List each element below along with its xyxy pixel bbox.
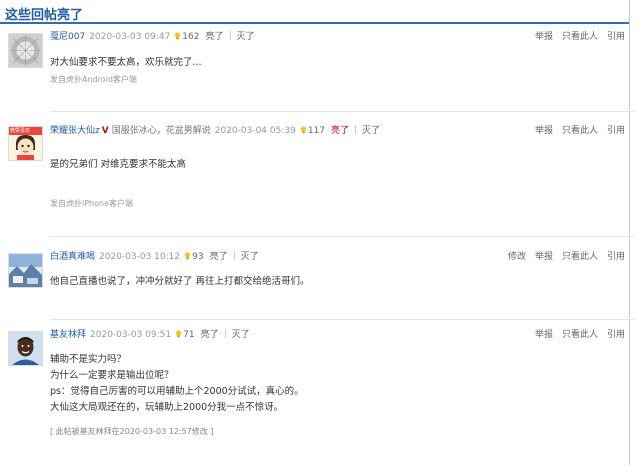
username-link[interactable]: 荣耀张大仙z: [50, 126, 100, 136]
reply-post: 戛尼007 2020-03-03 09:47 162 亮了 灭了 举报 只看此人 引用 对大…: [0, 30, 629, 90]
username-link[interactable]: 白酒真难喝: [50, 252, 95, 262]
post-meta: 荣耀张大仙z V 国服张冰心，花盆男解说 2020-03-04 05:39 117 亮了 灭…: [50, 124, 380, 138]
only-this-user-link[interactable]: 只看此人: [562, 252, 598, 262]
lightbulb-icon: [300, 126, 306, 134]
light-button[interactable]: 亮了: [331, 126, 349, 136]
post-actions: 举报 只看此人 引用: [526, 124, 625, 138]
reply-post: 微赞喜欢 荣耀张大仙z V 国服张冰心，花盆男解说 2020-03-04 05:39 1…: [0, 124, 629, 214]
avatar-image: [9, 34, 42, 67]
post-content: 他自己直播也说了，冲冲分就好了 再往上打都交给绝活哥们。: [50, 274, 310, 290]
post-time: 2020-03-03 09:51: [90, 330, 172, 340]
light-button[interactable]: 亮了: [205, 32, 223, 42]
divider: [224, 329, 226, 338]
report-link[interactable]: 举报: [535, 330, 553, 340]
divider: [233, 251, 235, 260]
only-this-user-link[interactable]: 只看此人: [562, 330, 598, 340]
report-link[interactable]: 举报: [535, 32, 553, 42]
post-time: 2020-03-04 05:39: [214, 126, 296, 136]
post-meta: 基友林拜 2020-03-03 09:51 71 亮了 灭了: [50, 328, 250, 342]
panel-border: [629, 0, 630, 465]
content-line: 他自己直播也说了，冲冲分就好了 再往上打都交给绝活哥们。: [50, 276, 310, 287]
post-content: 对大仙要求不要太高，欢乐就完了...: [50, 55, 202, 71]
dark-button[interactable]: 灭了: [237, 32, 255, 42]
avatar[interactable]: [8, 33, 43, 68]
post-time: 2020-03-03 10:12: [99, 252, 181, 262]
light-count: 117: [307, 126, 326, 136]
avatar-caption: 微赞喜欢: [10, 128, 31, 134]
content-line: 辅助不是实力吗？: [50, 354, 127, 365]
post-content: 是的兄弟们 对维克要求不能太高: [50, 157, 186, 173]
post-meta: 戛尼007 2020-03-03 09:47 162 亮了 灭了: [50, 30, 255, 44]
client-source: 发自虎扑Android客户端: [50, 75, 137, 84]
section-header: 这些回帖亮了: [0, 0, 629, 24]
divider: [229, 31, 231, 40]
avatar-image: [9, 254, 42, 287]
avatar[interactable]: 微赞喜欢: [8, 126, 43, 161]
content-line: 是的兄弟们 对维克要求不能太高: [50, 159, 187, 170]
lightbulb-icon: [185, 252, 191, 260]
verified-icon: V: [101, 126, 109, 136]
client-source: 发自虎扑iPhone客户端: [50, 199, 134, 208]
content-line: 为什么一定要求是输出位呢？: [50, 370, 174, 381]
dark-button[interactable]: 灭了: [362, 126, 380, 136]
edit-link[interactable]: 修改: [508, 252, 526, 262]
lightbulb-icon: [176, 330, 182, 338]
post-content: 辅助不是实力吗？ 为什么一定要求是输出位呢？ ps：觉得自己厉害的可以用辅助上个…: [50, 352, 304, 416]
reply-post: 基友林拜 2020-03-03 09:51 71 亮了 灭了 举报 只看此人 引用 辅助不是…: [0, 328, 629, 448]
light-button[interactable]: 亮了: [210, 252, 228, 262]
report-link[interactable]: 举报: [535, 126, 553, 136]
quote-link[interactable]: 引用: [607, 252, 625, 262]
divider: [355, 125, 357, 134]
light-count: 71: [183, 330, 195, 340]
username-link[interactable]: 基友林拜: [50, 330, 86, 340]
edit-note: [ 此帖被基友林拜在2020-03-03 12:57修改 ]: [50, 427, 214, 436]
light-button[interactable]: 亮了: [201, 330, 219, 340]
lightbulb-icon: [175, 32, 181, 40]
post-divider: [50, 111, 634, 112]
user-honor: 国服张冰心，花盆男解说: [111, 126, 211, 136]
only-this-user-link[interactable]: 只看此人: [562, 32, 598, 42]
content-line: 对大仙要求不要太高，欢乐就完了...: [50, 57, 202, 68]
post-actions: 举报 只看此人 引用: [526, 30, 625, 44]
avatar[interactable]: [8, 331, 43, 366]
avatar[interactable]: [8, 253, 43, 288]
content-line: ps：觉得自己厉害的可以用辅助上个2000分试试，真心的。: [50, 386, 304, 397]
content-line: 大仙这大局观还在的，玩辅助上2000分我一点不惊讶。: [50, 402, 284, 413]
post-meta: 白酒真难喝 2020-03-03 10:12 93 亮了 灭了: [50, 250, 259, 264]
username-link[interactable]: 戛尼007: [50, 32, 85, 42]
quote-link[interactable]: 引用: [607, 32, 625, 42]
quote-link[interactable]: 引用: [607, 330, 625, 340]
post-divider: [50, 319, 634, 320]
light-count: 162: [182, 32, 200, 42]
dark-button[interactable]: 灭了: [241, 252, 259, 262]
section-title: 这些回帖亮了: [5, 8, 84, 23]
only-this-user-link[interactable]: 只看此人: [562, 126, 598, 136]
reply-post: 白酒真难喝 2020-03-03 10:12 93 亮了 灭了 修改 举报 只看此人 引用 他…: [0, 250, 629, 300]
dark-button[interactable]: 灭了: [232, 330, 250, 340]
quote-link[interactable]: 引用: [607, 126, 625, 136]
post-actions: 修改 举报 只看此人 引用: [499, 250, 625, 264]
avatar-image: [9, 332, 42, 365]
report-link[interactable]: 举报: [535, 252, 553, 262]
post-divider: [50, 236, 634, 237]
light-count: 93: [192, 252, 204, 262]
post-time: 2020-03-03 09:47: [89, 32, 171, 42]
post-actions: 举报 只看此人 引用: [526, 328, 625, 342]
